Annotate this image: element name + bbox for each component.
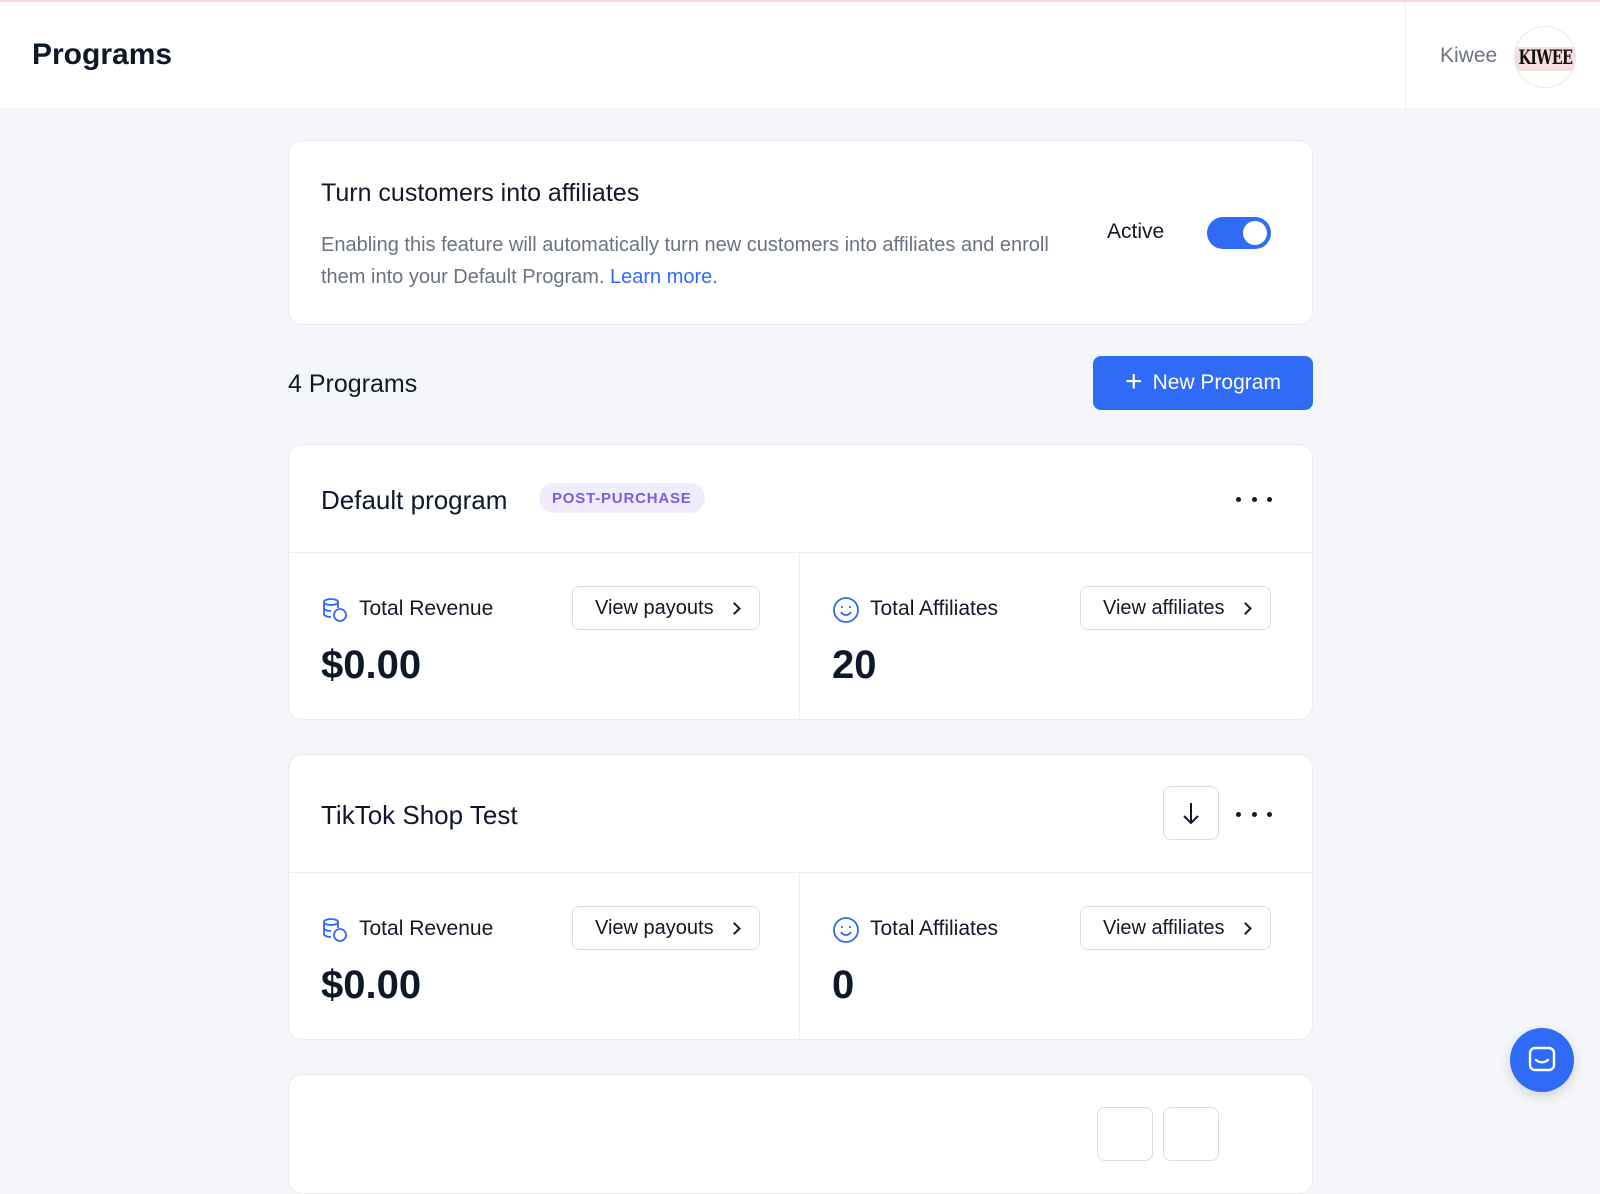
header-divider xyxy=(1405,2,1406,110)
smiley-face-icon xyxy=(833,597,859,623)
program-action-button[interactable] xyxy=(1097,1107,1153,1161)
program-name: Default program xyxy=(321,485,508,515)
active-toggle[interactable] xyxy=(1207,217,1271,249)
affiliates-section: Total Affiliates 20 View affiliates xyxy=(800,553,1314,721)
affiliates-section: Total Affiliates 0 View affiliates xyxy=(800,873,1314,1041)
affiliates-label: Total Affiliates xyxy=(870,917,999,940)
view-affiliates-label: View affiliates xyxy=(1103,916,1225,939)
toggle-knob xyxy=(1243,221,1267,245)
feature-title: Turn customers into affiliates xyxy=(321,179,640,207)
org-name[interactable]: Kiwee xyxy=(1440,44,1497,68)
plus-icon: + xyxy=(1125,364,1143,398)
org-logo: KIWEE xyxy=(1518,45,1572,69)
view-affiliates-button[interactable]: View affiliates xyxy=(1080,586,1271,630)
auto-affiliate-card: Turn customers into affiliates Enabling … xyxy=(288,140,1313,325)
program-name: TikTok Shop Test xyxy=(321,800,518,830)
program-card: Default program POST-PURCHASE Total Reve… xyxy=(288,444,1313,721)
chevron-right-icon xyxy=(1238,921,1252,935)
coins-stack-icon xyxy=(323,918,347,942)
affiliates-value: 0 xyxy=(832,963,855,1007)
view-payouts-label: View payouts xyxy=(595,916,714,939)
program-header: Default program POST-PURCHASE xyxy=(289,445,1312,553)
programs-count: 4 Programs xyxy=(288,370,418,398)
program-type-badge: POST-PURCHASE xyxy=(539,483,705,513)
view-affiliates-button[interactable]: View affiliates xyxy=(1080,906,1271,950)
chevron-right-icon xyxy=(727,601,741,615)
view-payouts-button[interactable]: View payouts xyxy=(572,906,760,950)
chat-launcher-button[interactable] xyxy=(1510,1028,1574,1092)
revenue-label: Total Revenue xyxy=(359,917,494,940)
revenue-section: Total Revenue $0.00 View payouts xyxy=(289,553,800,721)
smiley-face-icon xyxy=(833,917,859,943)
new-program-label: New Program xyxy=(1152,371,1281,394)
learn-more-link[interactable]: Learn more. xyxy=(610,266,718,288)
view-payouts-button[interactable]: View payouts xyxy=(572,586,760,630)
program-action-button[interactable] xyxy=(1163,1107,1219,1161)
program-card: TikTok Shop Test Total Revenue $0.00 Vie… xyxy=(288,754,1313,1041)
feature-description: Enabling this feature will automatically… xyxy=(321,229,1081,293)
more-horizontal-icon[interactable] xyxy=(1236,485,1272,513)
view-affiliates-label: View affiliates xyxy=(1103,596,1225,619)
revenue-value: $0.00 xyxy=(321,963,422,1007)
revenue-section: Total Revenue $0.00 View payouts xyxy=(289,873,800,1041)
page-title: Programs xyxy=(32,38,173,71)
active-label: Active xyxy=(1107,220,1165,243)
program-stats: Total Revenue $0.00 View payouts Total A… xyxy=(289,873,1312,1041)
program-card xyxy=(288,1074,1313,1194)
chevron-right-icon xyxy=(1238,601,1252,615)
download-button[interactable] xyxy=(1163,786,1219,840)
affiliates-value: 20 xyxy=(832,643,877,687)
program-header: TikTok Shop Test xyxy=(289,755,1312,873)
org-avatar[interactable]: KIWEE xyxy=(1514,26,1576,88)
affiliates-label: Total Affiliates xyxy=(870,597,999,620)
arrow-down-icon xyxy=(1183,803,1199,825)
revenue-label: Total Revenue xyxy=(359,597,494,620)
chat-bubble-icon xyxy=(1528,1046,1556,1072)
coins-stack-icon xyxy=(323,598,347,622)
chevron-right-icon xyxy=(727,921,741,935)
new-program-button[interactable]: + New Program xyxy=(1093,356,1313,410)
view-payouts-label: View payouts xyxy=(595,596,714,619)
top-bar: Programs Kiwee KIWEE xyxy=(0,0,1600,110)
program-stats: Total Revenue $0.00 View payouts Total A… xyxy=(289,553,1312,721)
revenue-value: $0.00 xyxy=(321,643,422,687)
more-horizontal-icon[interactable] xyxy=(1236,800,1272,828)
